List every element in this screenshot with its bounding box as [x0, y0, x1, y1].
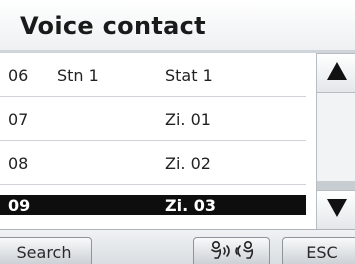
scrollbar[interactable] — [316, 53, 355, 230]
list-item[interactable]: 08 Zi. 02 — [0, 141, 306, 185]
triangle-down-icon — [326, 198, 348, 223]
list-item[interactable]: 06 Stn 1 Stat 1 — [0, 53, 306, 97]
button-bar: Search ESC — [0, 229, 355, 264]
list-item-station: Zi. 01 — [165, 110, 211, 129]
scroll-track[interactable] — [317, 93, 355, 191]
page-title: Voice contact — [20, 12, 206, 40]
voice-call-button[interactable] — [193, 237, 270, 264]
scroll-down-button[interactable] — [317, 190, 355, 230]
list-item[interactable]: 07 Zi. 01 — [0, 97, 306, 141]
esc-button[interactable]: ESC — [282, 237, 355, 264]
row-divider — [0, 184, 306, 185]
voice-call-icon — [207, 239, 257, 264]
list-item-station: Zi. 03 — [165, 196, 216, 215]
voice-contact-screen: Voice contact 06 Stn 1 Stat 1 07 Zi. 01 … — [0, 0, 355, 264]
list-item-name: Stn 1 — [57, 66, 99, 85]
list-item-selected[interactable]: 09 Zi. 03 — [0, 195, 306, 215]
list-item-number: 09 — [8, 196, 31, 215]
triangle-up-icon — [326, 61, 348, 86]
search-button[interactable]: Search — [0, 237, 92, 264]
list-item-number: 08 — [8, 154, 29, 173]
contact-list: 06 Stn 1 Stat 1 07 Zi. 01 08 Zi. 02 09 Z… — [0, 53, 306, 229]
list-item-station: Zi. 02 — [165, 154, 211, 173]
scroll-up-button[interactable] — [317, 53, 355, 93]
list-item-number: 06 — [8, 66, 29, 85]
list-item-station: Stat 1 — [165, 66, 213, 85]
list-item-number: 07 — [8, 110, 29, 129]
title-bar: Voice contact — [0, 0, 355, 53]
